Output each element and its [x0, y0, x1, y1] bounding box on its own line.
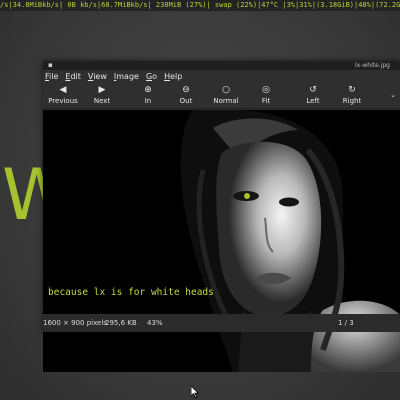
arrow-right-icon: ▶ — [98, 85, 106, 95]
zoom-normal-icon: ○ — [222, 85, 230, 95]
zoom-in-icon: ⊕ — [144, 85, 152, 95]
photo-caption: because lx is for white heads — [48, 287, 214, 298]
rotate-right-button[interactable]: ↻ Right — [339, 84, 365, 108]
image-canvas[interactable]: because lx is for white heads — [43, 110, 400, 372]
previous-button[interactable]: ◀ Previous — [45, 84, 81, 108]
displayed-photo — [43, 110, 400, 372]
system-status-bar: /s|34.8MiBkb/s| 0B kb/s|68.7MiBkb/s| 238… — [0, 0, 400, 11]
rotate-left-icon: ↺ — [309, 85, 317, 95]
zoom-normal-button[interactable]: ○ Normal — [210, 84, 242, 108]
toolbar: ◀ Previous ▶ Next ⊕ In ⊖ Out ○ Normal ◎ … — [43, 83, 400, 109]
next-button[interactable]: ▶ Next — [89, 84, 115, 108]
zoom-fit-button[interactable]: ◎ Fit — [255, 84, 277, 108]
arrow-left-icon: ◀ — [59, 85, 67, 95]
window-titlebar[interactable]: ▪ lx-white.jpg — [43, 61, 400, 70]
zoom-level: 43% — [147, 319, 163, 327]
menu-file[interactable]: File — [45, 70, 58, 83]
mouse-cursor-icon — [191, 386, 199, 398]
window-title: lx-white.jpg — [355, 62, 390, 69]
menu-view[interactable]: View — [88, 70, 107, 83]
chevron-down-icon[interactable]: ⌄ — [388, 89, 398, 101]
image-viewer-window: ▪ lx-white.jpg File Edit View Image Go H… — [43, 61, 400, 372]
menu-go[interactable]: Go — [146, 70, 157, 83]
rotate-right-icon: ↻ — [348, 85, 356, 95]
status-line: 1600 × 900 pixels 295,6 KB 43% 1 / 3 — [43, 314, 400, 332]
zoom-out-button[interactable]: ⊖ Out — [174, 84, 198, 108]
menu-help[interactable]: Help — [164, 70, 182, 83]
zoom-out-icon: ⊖ — [182, 85, 190, 95]
image-dimensions: 1600 × 900 pixels — [43, 319, 107, 327]
rotate-left-button[interactable]: ↺ Left — [301, 84, 325, 108]
menu-bar: File Edit View Image Go Help — [43, 70, 400, 83]
zoom-in-button[interactable]: ⊕ In — [137, 84, 159, 108]
menu-edit[interactable]: Edit — [65, 70, 81, 83]
file-size: 295,6 KB — [105, 319, 137, 327]
image-position: 1 / 3 — [338, 319, 354, 327]
app-icon: ▪ — [48, 61, 53, 69]
system-status-text: /s|34.8MiBkb/s| 0B kb/s|68.7MiBkb/s| 238… — [0, 1, 400, 9]
menu-image[interactable]: Image — [114, 70, 139, 83]
zoom-fit-icon: ◎ — [262, 85, 270, 95]
